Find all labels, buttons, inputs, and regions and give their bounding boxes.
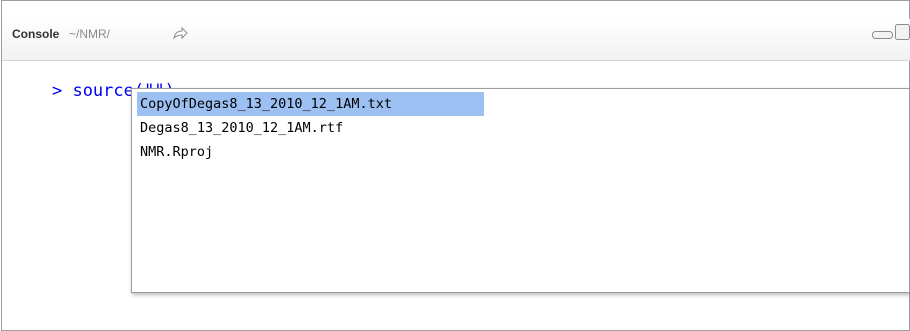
- console-input-line[interactable]: > source(""): [11, 61, 175, 101]
- maximize-pane-icon[interactable]: [895, 24, 910, 40]
- autocomplete-item[interactable]: NMR.Rproj: [137, 140, 223, 164]
- autocomplete-item[interactable]: Degas8_13_2010_12_1AM.rtf: [137, 116, 353, 140]
- autocomplete-popup: CopyOfDegas8_13_2010_12_1AM.txt Degas8_1…: [131, 88, 910, 293]
- go-to-directory-icon[interactable]: [172, 26, 188, 40]
- console-prompt: >: [51, 81, 63, 101]
- console-header: Console ~/NMR/: [2, 19, 910, 61]
- minimize-pane-icon[interactable]: [872, 28, 894, 40]
- working-directory-path[interactable]: ~/NMR/: [69, 27, 110, 41]
- console-title: Console: [12, 27, 60, 41]
- autocomplete-item[interactable]: CopyOfDegas8_13_2010_12_1AM.txt: [137, 92, 484, 116]
